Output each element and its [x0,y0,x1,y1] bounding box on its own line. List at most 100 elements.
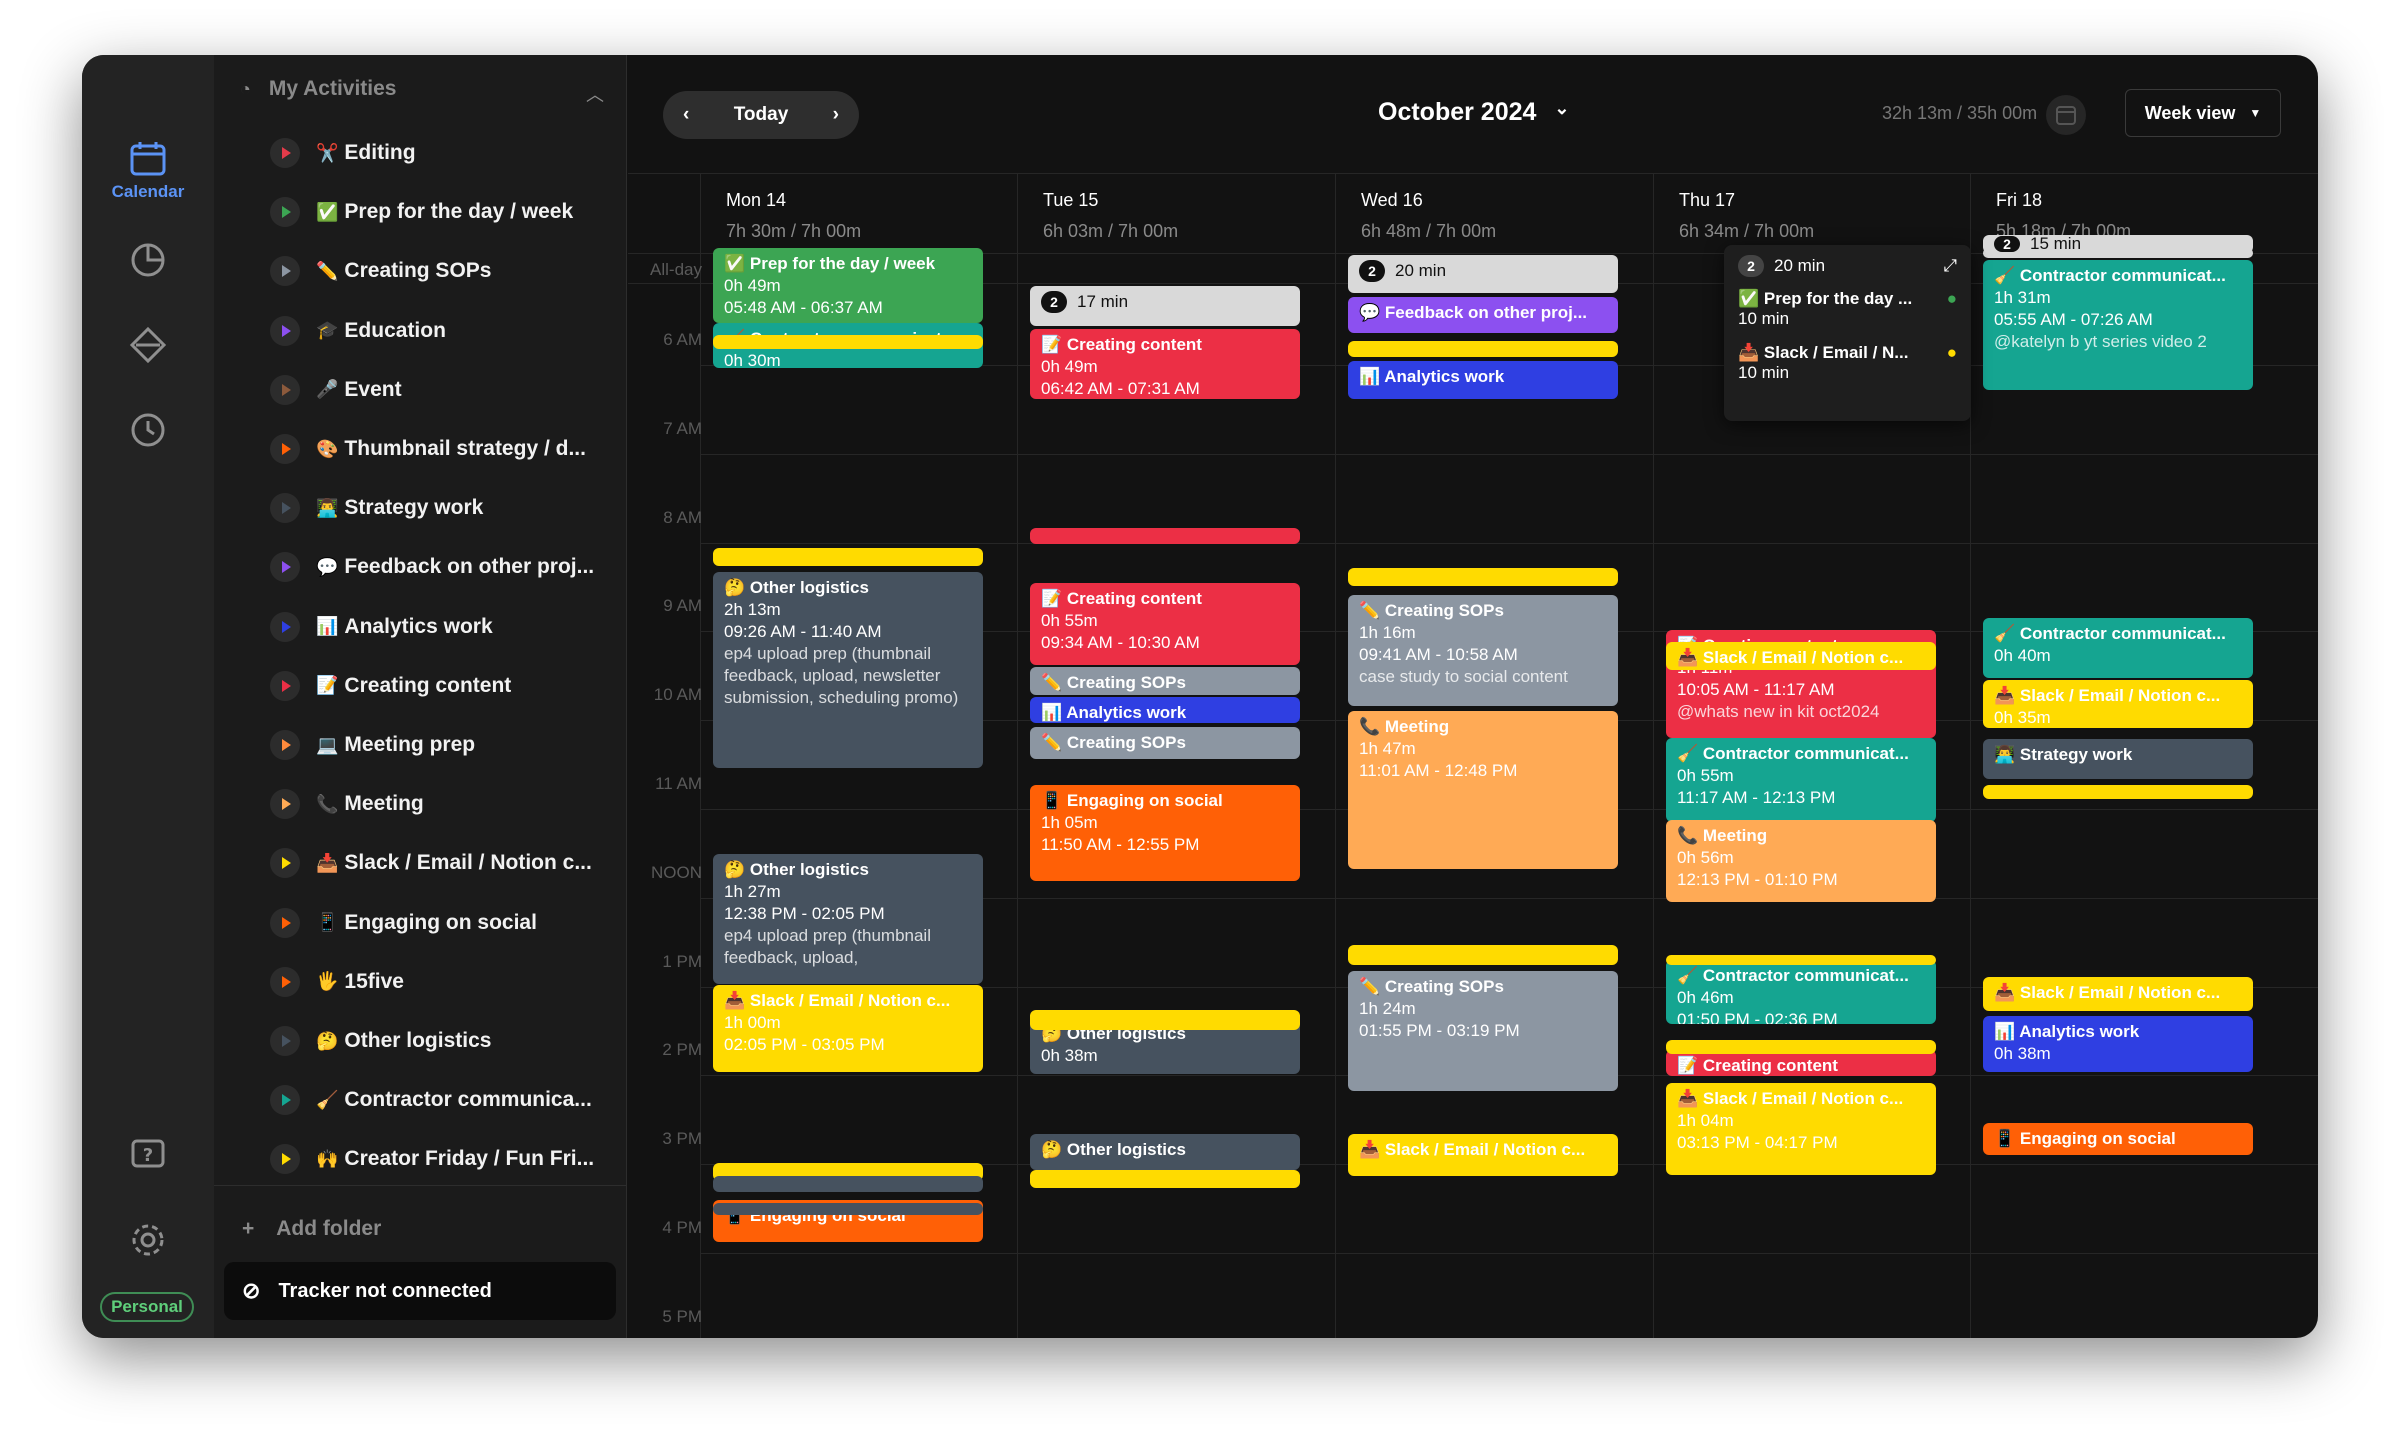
calendar-event[interactable]: 📥 Slack / Email / Notion c... [1348,1134,1618,1176]
activity-item[interactable]: 👨‍💻 Strategy work [270,488,610,528]
calendar-event[interactable]: 📝 Creating content 0h 49m 06:42 AM - 07:31… [1030,329,1300,399]
activity-item[interactable]: 🙌 Creator Friday / Fun Fri... [270,1139,610,1179]
play-icon[interactable] [270,907,300,938]
tracker-status[interactable]: ⊘ Tracker not connected [224,1262,616,1320]
collapsed-event[interactable] [1666,955,1936,965]
calendar-event[interactable]: 📝 Creating content 0h 55m 09:34 AM - 10:30… [1030,583,1300,665]
play-icon[interactable] [270,789,300,820]
calendar-event[interactable]: 📊 Analytics work [1030,697,1300,723]
play-icon[interactable] [270,1144,300,1175]
calendar-event[interactable]: 📥 Slack / Email / Notion c... 1h 00m 02:05… [713,985,983,1072]
calendar-event[interactable]: 📥 Slack / Email / Notion c... 0h 35m [1983,680,2253,728]
calendar-event[interactable]: 💬 Feedback on other proj... [1348,297,1618,333]
activities-header[interactable]: ◔ My Activities [240,77,396,101]
calendar-event[interactable]: 🧹 Contractor communicat... 0h 40m [1983,618,2253,678]
activity-item[interactable]: 🎓 Education [270,311,610,351]
event-group-popover[interactable]: 2 20 min ⤢ ✅ Prep for the day ... ● 10 min 📥 S… [1724,245,1971,421]
calendar-event[interactable]: ✏️ Creating SOPs [1030,667,1300,695]
day-header[interactable]: Wed 16 6h 48m / 7h 00m [1361,190,1496,242]
nav-reports[interactable] [82,240,214,280]
calendar-event[interactable]: 📊 Analytics work [1348,361,1618,399]
calendar-event[interactable]: 📞 Meeting 0h 56m 12:13 PM - 01:10 PM [1666,820,1936,902]
calendar-event[interactable]: 🧹 Contractor communicat... 1h 31m 05:55 AM… [1983,260,2253,390]
calendar-event[interactable]: 2 17 min [1030,286,1300,326]
play-icon[interactable] [270,730,300,760]
calendar-picker-button[interactable] [2046,95,2086,135]
activity-item[interactable]: 📥 Slack / Email / Notion c... [270,843,610,883]
play-icon[interactable] [270,966,300,997]
calendar-event[interactable]: 🤔 Other logistics [1030,1134,1300,1170]
collapsed-event[interactable] [1348,945,1618,965]
calendar-event[interactable]: ✏️ Creating SOPs 1h 24m 01:55 PM - 03:19 P… [1348,971,1618,1091]
play-icon[interactable] [270,434,300,464]
calendar-event[interactable]: 📥 Slack / Email / Notion c... [1666,642,1936,670]
workspace-badge[interactable]: Personal [100,1292,194,1322]
play-icon[interactable] [270,197,300,228]
activity-item[interactable]: ✏️ Creating SOPs [270,251,610,291]
day-header[interactable]: Tue 15 6h 03m / 7h 00m [1043,190,1178,242]
play-icon[interactable] [270,256,300,287]
play-icon[interactable] [270,315,300,346]
chevron-right-icon[interactable]: › [833,104,839,126]
activity-item[interactable]: 🎨 Thumbnail strategy / d... [270,429,610,469]
play-icon[interactable] [270,493,300,524]
calendar-event[interactable]: 👨‍💻 Strategy work [1983,739,2253,779]
nav-goals[interactable] [82,325,214,365]
nav-calendar[interactable]: Calendar [82,140,214,202]
nav-settings[interactable] [82,1220,214,1260]
calendar-event[interactable]: ✅ Prep for the day / week 0h 49m 05:48 AM … [713,248,983,323]
chevron-left-icon[interactable]: ‹ [683,104,689,126]
calendar-event[interactable]: 🧹 Contractor communicat... 0h 55m 11:17 AM… [1666,738,1936,822]
calendar-event[interactable]: 📱 Engaging on social [1983,1123,2253,1155]
calendar-event[interactable]: 2 15 min [1983,235,2253,253]
play-icon[interactable] [270,138,300,168]
day-header[interactable]: Mon 14 7h 30m / 7h 00m [726,190,861,242]
collapsed-event[interactable] [1348,341,1618,357]
calendar-event[interactable]: 📥 Slack / Email / Notion c... 1h 04m 03:13… [1666,1083,1936,1175]
day-header[interactable]: Thu 17 6h 34m / 7h 00m [1679,190,1814,242]
add-folder-button[interactable]: + Add folder [242,1217,381,1241]
activity-item[interactable]: 💻 Meeting prep [270,725,610,765]
activity-item[interactable]: 📝 Creating content [270,666,610,706]
today-button[interactable]: Today [734,104,789,126]
expand-icon[interactable]: ⤢ [1943,256,1957,276]
popover-item-title[interactable]: ✅ Prep for the day ... [1738,289,1912,309]
collapsed-event[interactable] [1983,785,2253,799]
activity-item[interactable]: ✅ Prep for the day / week [270,192,610,232]
collapsed-event[interactable] [713,335,983,349]
play-icon[interactable] [270,552,300,583]
activity-item[interactable]: 🧹 Contractor communica... [270,1080,610,1120]
play-icon[interactable] [270,848,300,879]
calendar-event[interactable]: 🤔 Other logistics 1h 27m 12:38 PM - 02:05 … [713,854,983,984]
calendar-event[interactable]: 📥 Slack / Email / Notion c... [1983,977,2253,1011]
calendar-event[interactable]: 📊 Analytics work 0h 38m [1983,1016,2253,1072]
collapsed-event[interactable] [1030,528,1300,544]
activity-item[interactable]: 🖐 15five [270,962,610,1002]
collapsed-event[interactable] [1348,568,1618,586]
play-icon[interactable] [270,670,300,701]
calendar-event[interactable]: 2 20 min [1348,255,1618,293]
popover-item-title[interactable]: 📥 Slack / Email / N... [1738,343,1908,363]
activity-item[interactable]: 💬 Feedback on other proj... [270,547,610,587]
collapsed-event[interactable] [1666,1040,1936,1054]
calendar-event[interactable]: 📱 Engaging on social 1h 05m 11:50 AM - 12:… [1030,785,1300,881]
collapsed-event[interactable] [713,548,983,566]
calendar-event[interactable]: 🤔 Other logistics 2h 13m 09:26 AM - 11:40 … [713,572,983,768]
activity-item[interactable]: 📞 Meeting [270,784,610,824]
chevron-up-icon[interactable]: ︿ [586,81,604,107]
collapsed-event[interactable] [1030,1010,1300,1030]
play-icon[interactable] [270,1026,300,1056]
calendar-event[interactable]: ✏️ Creating SOPs [1030,727,1300,759]
collapsed-event[interactable] [1030,1170,1300,1188]
calendar-event[interactable]: 🧹 Contractor communicat... 0h 46m 01:50 PM… [1666,960,1936,1024]
play-icon[interactable] [270,1085,300,1116]
view-selector[interactable]: Week view ▼ [2125,89,2281,137]
nav-timer[interactable] [82,410,214,450]
activity-item[interactable]: 🎤 Event [270,370,610,410]
calendar-event[interactable] [713,1203,983,1215]
activity-item[interactable]: ✂️ Editing [270,133,610,173]
month-selector[interactable]: October 2024 ⌄ [1378,98,1570,127]
calendar-event[interactable]: ✏️ Creating SOPs 1h 16m 09:41 AM - 10:58 A… [1348,595,1618,706]
nav-help[interactable]: ? [82,1135,214,1175]
activity-item[interactable]: 📊 Analytics work [270,607,610,647]
